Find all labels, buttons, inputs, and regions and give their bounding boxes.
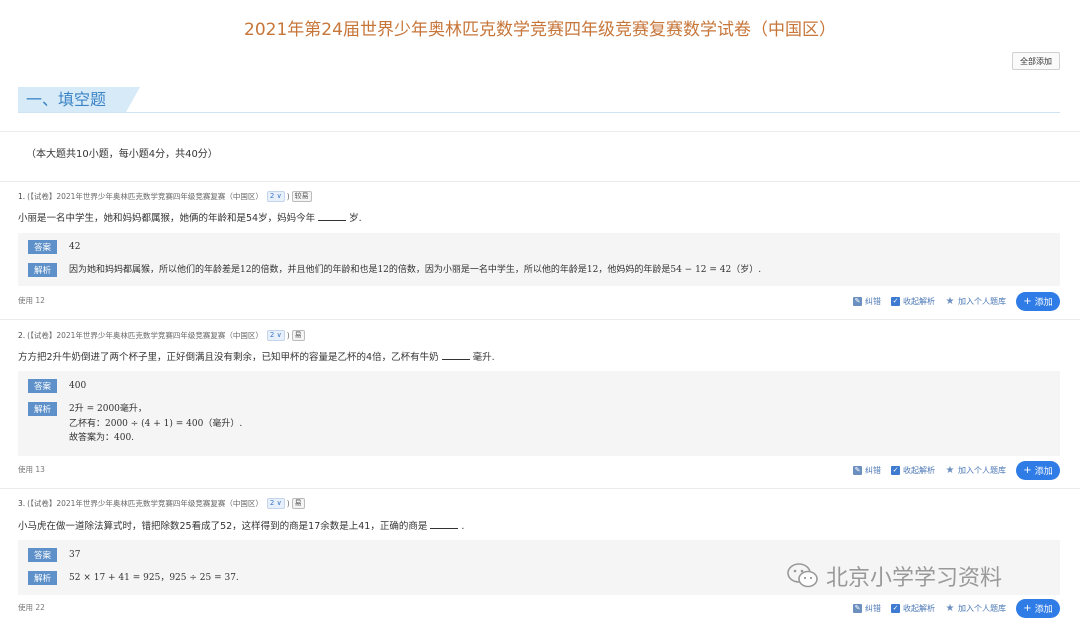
difficulty-badge: 较易 bbox=[291, 190, 312, 202]
star-icon: ★ bbox=[945, 295, 955, 307]
add-button[interactable]: + 添加 bbox=[1016, 460, 1060, 480]
plus-icon: + bbox=[1023, 602, 1032, 614]
analysis-tag: 解析 bbox=[28, 571, 57, 585]
question-text: 小马虎在做一道除法算式时，错把除数25看成了52，这样得到的商是17余数是上41… bbox=[18, 518, 464, 532]
question-actions: ✎ 纠错 ✓ 收起解析 ★ 加入个人题库 + 添加 bbox=[843, 291, 1060, 311]
question-text: 方方把2升牛奶倒进了两个杯子里，正好倒满且没有剩余，已知甲杯的容量是乙杯的4倍，… bbox=[18, 349, 495, 363]
divider bbox=[0, 319, 1080, 320]
add-to-bank-link[interactable]: ★ 加入个人题库 bbox=[945, 296, 1006, 307]
answer-row: 答案 37 bbox=[28, 548, 80, 562]
question-text-before: 方方把2升牛奶倒进了两个杯子里，正好倒满且没有剩余，已知甲杯的容量是乙杯的4倍，… bbox=[18, 352, 439, 363]
answer-blank bbox=[430, 520, 459, 529]
report-error-icon: ✎ bbox=[853, 603, 862, 613]
question-actions: ✎ 纠错 ✓ 收起解析 ★ 加入个人题库 + 添加 bbox=[843, 598, 1060, 618]
answer-tag: 答案 bbox=[28, 379, 57, 393]
meta-paren: ) bbox=[286, 498, 290, 508]
meta-paren: ) bbox=[286, 330, 290, 340]
fold-analysis-link[interactable]: ✓ 收起解析 bbox=[891, 296, 935, 307]
fold-icon: ✓ bbox=[891, 603, 900, 613]
fold-analysis-link[interactable]: ✓ 收起解析 bbox=[891, 603, 935, 614]
star-icon: ★ bbox=[945, 464, 955, 476]
fold-icon: ✓ bbox=[891, 465, 900, 475]
analysis-line: 乙杯有：2000 ÷ (4 + 1) = 400（毫升）. bbox=[69, 418, 243, 429]
divider bbox=[0, 181, 1080, 182]
usage-count: 使用 22 bbox=[18, 603, 45, 612]
report-error-icon: ✎ bbox=[853, 296, 862, 306]
plus-icon: + bbox=[1023, 464, 1032, 476]
usage-count: 使用 12 bbox=[18, 296, 45, 305]
question-text-before: 小马虎在做一道除法算式时，错把除数25看成了52，这样得到的商是17余数是上41… bbox=[18, 521, 428, 532]
answer-blank bbox=[441, 351, 470, 360]
question-actions: ✎ 纠错 ✓ 收起解析 ★ 加入个人题库 + 添加 bbox=[843, 460, 1060, 480]
answer-value: 400 bbox=[69, 381, 87, 391]
question-number: 3. bbox=[18, 498, 26, 508]
report-error-link[interactable]: ✎ 纠错 bbox=[853, 296, 881, 307]
answer-tag: 答案 bbox=[28, 548, 57, 562]
add-to-bank-link[interactable]: ★ 加入个人题库 bbox=[945, 603, 1006, 614]
answer-row: 答案 42 bbox=[28, 240, 80, 254]
analysis-line: 2升 = 2000毫升， bbox=[69, 404, 147, 414]
add-button[interactable]: + 添加 bbox=[1016, 598, 1060, 618]
report-error-link[interactable]: ✎ 纠错 bbox=[853, 603, 881, 614]
section-header: 一、填空题 bbox=[18, 87, 1060, 113]
analysis-text: 因为她和妈妈都属猴，所以他们的年龄差是12的倍数，并且他们的年龄和也是12的倍数… bbox=[69, 265, 762, 275]
usage-count: 使用 13 bbox=[18, 465, 45, 474]
answer-tag: 答案 bbox=[28, 240, 57, 254]
answer-row: 答案 400 bbox=[28, 379, 86, 393]
divider bbox=[0, 488, 1080, 489]
report-error-link[interactable]: ✎ 纠错 bbox=[853, 465, 881, 476]
question-text-after: . bbox=[461, 521, 465, 532]
analysis-text: 52 × 17 + 41 = 925，925 ÷ 25 = 37. bbox=[69, 573, 239, 583]
level-dropdown[interactable]: 2 ∨ bbox=[266, 190, 285, 202]
difficulty-badge: 易 bbox=[291, 329, 305, 341]
question-footer: 使用 22 ✎ 纠错 ✓ 收起解析 ★ 加入个人题库 + 添加 bbox=[18, 598, 1060, 618]
meta-paren: ) bbox=[286, 191, 290, 201]
page-title: 2021年第24届世界少年奥林匹克数学竞赛四年级竞赛复赛数学试卷（中国区） bbox=[244, 20, 836, 40]
question-meta: 1. (【试卷】2021年世界少年奥林匹克数学竞赛四年级竞赛复赛（中国区） 2 … bbox=[18, 189, 312, 203]
add-to-bank-link[interactable]: ★ 加入个人题库 bbox=[945, 465, 1006, 476]
question-text-after: 毫升. bbox=[472, 352, 495, 363]
section-tab-tail bbox=[126, 87, 140, 112]
watermark: 北京小学学习资料 bbox=[786, 560, 1002, 592]
question-source-link[interactable]: (【试卷】2021年世界少年奥林匹克数学竞赛四年级竞赛复赛（中国区） bbox=[27, 498, 263, 509]
question-number: 1. bbox=[18, 191, 26, 201]
watermark-text: 北京小学学习资料 bbox=[826, 566, 1003, 591]
level-dropdown[interactable]: 2 ∨ bbox=[266, 497, 285, 509]
analysis-row: 解析 2升 = 2000毫升， 乙杯有：2000 ÷ (4 + 1) = 400… bbox=[28, 402, 242, 446]
add-button[interactable]: + 添加 bbox=[1016, 291, 1060, 311]
level-dropdown[interactable]: 2 ∨ bbox=[266, 329, 285, 341]
question-meta: 2. (【试卷】2021年世界少年奥林匹克数学竞赛四年级竞赛复赛（中国区） 2 … bbox=[18, 328, 305, 342]
wechat-icon bbox=[787, 563, 818, 588]
analysis-tag: 解析 bbox=[28, 402, 57, 416]
analysis-tag: 解析 bbox=[28, 263, 57, 277]
report-error-icon: ✎ bbox=[853, 465, 862, 475]
question-number: 2. bbox=[18, 330, 26, 340]
question-footer: 使用 13 ✎ 纠错 ✓ 收起解析 ★ 加入个人题库 + 添加 bbox=[18, 460, 1060, 480]
analysis-lines: 2升 = 2000毫升， 乙杯有：2000 ÷ (4 + 1) = 400（毫升… bbox=[69, 402, 242, 446]
question-text: 小丽是一名中学生，她和妈妈都属猴，她俩的年龄和是54岁，妈妈今年 岁. bbox=[18, 210, 362, 224]
difficulty-badge: 易 bbox=[291, 497, 305, 509]
question-source-link[interactable]: (【试卷】2021年世界少年奥林匹克数学竞赛四年级竞赛复赛（中国区） bbox=[27, 330, 263, 341]
fold-icon: ✓ bbox=[891, 296, 900, 306]
star-icon: ★ bbox=[945, 602, 955, 614]
divider bbox=[0, 131, 1080, 132]
answer-blank bbox=[318, 212, 347, 221]
answer-value: 37 bbox=[69, 550, 81, 560]
analysis-row: 解析 因为她和妈妈都属猴，所以他们的年龄差是12的倍数，并且他们的年龄和也是12… bbox=[28, 263, 761, 277]
question-footer: 使用 12 ✎ 纠错 ✓ 收起解析 ★ 加入个人题库 + 添加 bbox=[18, 291, 1060, 311]
question-text-before: 小丽是一名中学生，她和妈妈都属猴，她俩的年龄和是54岁，妈妈今年 bbox=[18, 213, 316, 224]
question-meta: 3. (【试卷】2021年世界少年奥林匹克数学竞赛四年级竞赛复赛（中国区） 2 … bbox=[18, 496, 305, 510]
question-source-link[interactable]: (【试卷】2021年世界少年奥林匹克数学竞赛四年级竞赛复赛（中国区） bbox=[27, 191, 263, 202]
section-title: 一、填空题 bbox=[18, 87, 126, 112]
add-all-button[interactable]: 全部添加 bbox=[1012, 52, 1060, 70]
fold-analysis-link[interactable]: ✓ 收起解析 bbox=[891, 465, 935, 476]
section-note: （本大题共10小题，每小题4分，共40分） bbox=[26, 149, 218, 160]
answer-value: 42 bbox=[69, 242, 81, 252]
analysis-row: 解析 52 × 17 + 41 = 925，925 ÷ 25 = 37. bbox=[28, 571, 239, 585]
analysis-line: 故答案为：400. bbox=[69, 433, 135, 443]
question-text-after: 岁. bbox=[349, 213, 362, 224]
answer-box: 答案 400 解析 2升 = 2000毫升， 乙杯有：2000 ÷ (4 + 1… bbox=[18, 371, 1060, 456]
answer-box: 答案 42 解析 因为她和妈妈都属猴，所以他们的年龄差是12的倍数，并且他们的年… bbox=[18, 233, 1060, 286]
plus-icon: + bbox=[1023, 295, 1032, 307]
